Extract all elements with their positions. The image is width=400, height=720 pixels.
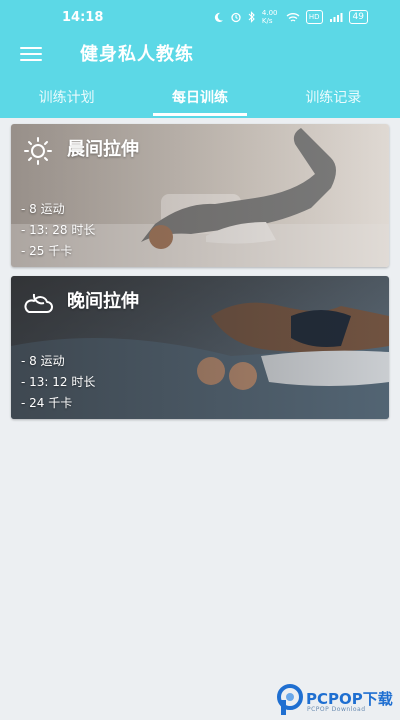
tab-daily-training[interactable]: 每日训练 bbox=[133, 82, 266, 118]
app-title: 健身私人教练 bbox=[80, 44, 194, 65]
bluetooth-icon bbox=[248, 11, 255, 23]
morning-stretch-card[interactable]: 晨间拉伸 - 8 运动 - 13: 28 时长 - 25 千卡 bbox=[11, 124, 389, 267]
app-bar: 14:18 4.00 K/s HD 49 健身私人教练 训练计划 每日训练 训练… bbox=[0, 0, 400, 118]
card-stat-calories: - 24 千卡 bbox=[21, 396, 73, 410]
status-icons: 4.00 K/s HD 49 bbox=[213, 9, 368, 25]
alarm-icon bbox=[231, 12, 241, 23]
card-title: 晚间拉伸 bbox=[67, 291, 139, 312]
card-stat-calories: - 25 千卡 bbox=[21, 244, 73, 258]
battery-indicator: 49 bbox=[348, 10, 368, 24]
card-title: 晨间拉伸 bbox=[67, 139, 139, 160]
moon-icon bbox=[214, 12, 223, 22]
watermark-subtext: PCPOP Download bbox=[307, 706, 366, 713]
watermark: PCPOP下载 PCPOP Download bbox=[276, 684, 400, 720]
status-time: 14:18 bbox=[62, 10, 104, 25]
card-stat-exercises: - 8 运动 bbox=[21, 354, 65, 368]
tab-bar: 训练计划 每日训练 训练记录 bbox=[0, 82, 400, 118]
network-speed: 4.00 K/s bbox=[261, 9, 278, 25]
hd-badge: HD bbox=[305, 10, 323, 24]
cellular-icon bbox=[329, 12, 343, 22]
tab-training-plan[interactable]: 训练计划 bbox=[0, 82, 133, 118]
sun-icon bbox=[24, 137, 52, 165]
menu-icon[interactable] bbox=[20, 44, 44, 64]
pcpop-logo-icon bbox=[277, 684, 303, 715]
wifi-icon bbox=[286, 12, 300, 22]
moon-cloud-icon bbox=[24, 293, 53, 313]
tab-training-records[interactable]: 训练记录 bbox=[267, 82, 400, 118]
status-bar: 14:18 4.00 K/s HD 49 bbox=[0, 0, 400, 36]
evening-stretch-card[interactable]: 晚间拉伸 - 8 运动 - 13: 12 时长 - 24 千卡 bbox=[11, 276, 389, 419]
card-stat-duration: - 13: 12 时长 bbox=[21, 375, 96, 389]
card-stat-duration: - 13: 28 时长 bbox=[21, 223, 96, 237]
card-stat-exercises: - 8 运动 bbox=[21, 202, 65, 216]
